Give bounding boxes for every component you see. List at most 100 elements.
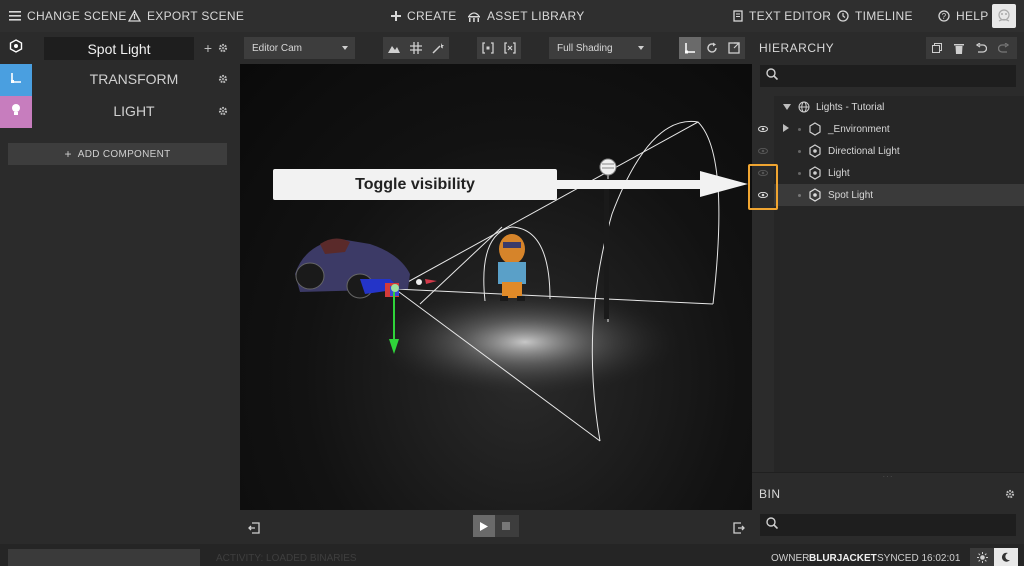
change-scene-button[interactable]: CHANGE SCENE	[9, 9, 127, 23]
bin-gear-icon[interactable]	[1004, 488, 1016, 500]
theme-toggle[interactable]	[970, 548, 1018, 566]
tree-row-directional-light[interactable]: Directional Light	[774, 140, 1024, 162]
scale-gizmo-icon[interactable]	[723, 37, 745, 59]
trash-icon[interactable]	[948, 37, 970, 59]
add-icon[interactable]: +	[202, 40, 214, 56]
viewport-frame-tools	[477, 37, 521, 59]
chevron-down-icon	[342, 46, 348, 50]
plus-icon: +	[64, 147, 72, 161]
status-bar: ACTIVITY: LOADED BINARIES OWNER BLURJACK…	[0, 544, 1024, 566]
transform-component-header[interactable]: TRANSFORM	[32, 63, 236, 95]
asset-library-icon	[467, 10, 481, 22]
entity-icon	[809, 188, 821, 205]
activity-text: ACTIVITY: LOADED BINARIES	[216, 553, 357, 564]
timeline-button[interactable]: TIMELINE	[837, 9, 913, 23]
top-menu-bar: CHANGE SCENE EXPORT SCENE CREATE ASSET L…	[0, 0, 1024, 32]
expanded-caret-icon	[783, 102, 791, 113]
eye-hidden-icon[interactable]	[757, 140, 769, 162]
frame-selection-icon[interactable]	[477, 37, 499, 59]
playback-controls	[473, 515, 519, 537]
entity-name[interactable]: Spot Light	[44, 37, 194, 60]
export-icon	[128, 10, 141, 22]
svg-text:?: ?	[942, 12, 947, 21]
tab-object[interactable]	[0, 32, 32, 64]
panel-resize-handle[interactable]: ···	[752, 472, 1024, 481]
scene-viewport[interactable]: Toggle visibility	[240, 64, 752, 510]
grid-icon[interactable]	[405, 37, 427, 59]
shading-select[interactable]: Full Shading	[549, 37, 651, 59]
gizmo-mode-tools	[679, 37, 745, 59]
sun-icon[interactable]	[970, 548, 994, 566]
add-component-label: ADD COMPONENT	[77, 148, 171, 160]
undo-icon[interactable]	[970, 37, 992, 59]
search-icon	[766, 67, 779, 85]
entity-icon	[809, 166, 821, 183]
create-label: CREATE	[407, 9, 457, 23]
component-tabs	[0, 32, 32, 128]
bullet-dot	[798, 171, 801, 175]
hierarchy-title: HIERARCHY	[759, 41, 835, 55]
asset-library-label: ASSET LIBRARY	[487, 9, 585, 23]
tree-row-environment[interactable]: _Environment	[774, 118, 1024, 140]
hierarchy-tree: Lights - Tutorial _Environment Direction…	[748, 96, 1024, 472]
tree-label-light: Light	[828, 167, 850, 179]
asset-library-button[interactable]: ASSET LIBRARY	[467, 9, 585, 23]
redo-icon[interactable]	[992, 37, 1014, 59]
collapse-right-icon[interactable]	[733, 521, 745, 539]
magic-wand-icon[interactable]	[427, 37, 449, 59]
terrain-icon[interactable]	[383, 37, 405, 59]
light-gear-icon[interactable]	[217, 105, 229, 117]
hierarchy-actions	[926, 37, 1017, 59]
transform-gear-icon[interactable]	[217, 73, 229, 85]
user-avatar[interactable]	[992, 4, 1016, 28]
light-component-header[interactable]: LIGHT	[32, 95, 236, 127]
globe-icon	[798, 101, 810, 116]
search-icon	[766, 516, 779, 534]
help-icon: ?	[938, 10, 950, 22]
translate-gizmo-icon[interactable]	[679, 37, 701, 59]
create-button[interactable]: CREATE	[391, 9, 457, 23]
eye-icon[interactable]	[757, 118, 769, 140]
tree-row-root[interactable]: Lights - Tutorial	[774, 96, 1024, 118]
change-scene-label: CHANGE SCENE	[27, 9, 127, 23]
viewport-toolbar: Editor Cam Full Shading	[240, 32, 752, 64]
clock-icon	[837, 10, 849, 22]
activity-progress-bar	[8, 549, 200, 566]
tree-row-spot-light[interactable]: Spot Light	[774, 184, 1024, 206]
tab-transform[interactable]	[0, 64, 32, 96]
bin-search-input[interactable]	[760, 514, 1016, 536]
duplicate-icon[interactable]	[926, 37, 948, 59]
add-component-button[interactable]: + ADD COMPONENT	[8, 143, 227, 165]
viewport-display-tools	[383, 37, 449, 59]
frame-all-icon[interactable]	[499, 37, 521, 59]
gear-icon[interactable]	[217, 42, 229, 54]
collapse-left-icon[interactable]	[248, 521, 260, 539]
plus-icon	[391, 11, 401, 21]
bullet-dot	[798, 127, 801, 131]
tab-light[interactable]	[0, 96, 32, 128]
stop-icon[interactable]	[495, 515, 517, 537]
help-button[interactable]: ? HELP	[938, 9, 989, 23]
bin-panel: ··· BIN	[752, 472, 1024, 544]
hierarchy-search-input[interactable]	[760, 65, 1016, 87]
export-scene-button[interactable]: EXPORT SCENE	[128, 9, 244, 23]
document-icon	[733, 10, 743, 22]
timeline-label: TIMELINE	[855, 9, 913, 23]
viewport-bottom-bar	[240, 510, 752, 544]
play-icon[interactable]	[473, 515, 495, 537]
hamburger-icon	[9, 11, 21, 21]
owner-name: BLURJACKET	[809, 553, 877, 564]
camera-select[interactable]: Editor Cam	[244, 37, 355, 59]
light-label: LIGHT	[113, 103, 155, 119]
help-label: HELP	[956, 9, 989, 23]
transform-label: TRANSFORM	[89, 71, 179, 87]
moon-icon[interactable]	[994, 548, 1018, 566]
tree-row-light[interactable]: Light	[774, 162, 1024, 184]
camera-select-value: Editor Cam	[252, 42, 303, 54]
tree-label-environment: _Environment	[828, 123, 890, 135]
rotate-gizmo-icon[interactable]	[701, 37, 723, 59]
entity-icon	[809, 144, 821, 161]
text-editor-button[interactable]: TEXT EDITOR	[733, 9, 831, 23]
collapsed-caret-icon	[783, 123, 789, 135]
hexagon-icon	[809, 122, 821, 139]
